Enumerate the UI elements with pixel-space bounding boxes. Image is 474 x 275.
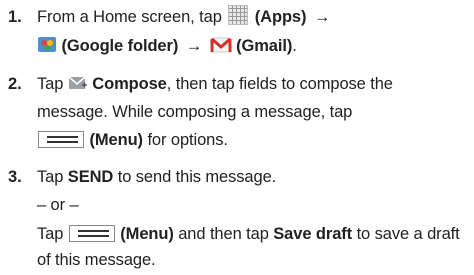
step-number: 1. — [8, 8, 22, 26]
step-2-line-3: (Menu) for options. — [37, 126, 228, 155]
text: Tap — [37, 168, 64, 186]
compose-label: Compose — [92, 75, 167, 93]
text: for options. — [147, 131, 228, 149]
text: . — [292, 37, 297, 55]
text: Tap — [37, 75, 64, 93]
gmail-label: (Gmail) — [236, 37, 293, 55]
gmail-icon — [210, 37, 232, 53]
step-2-line-1: Tap Compose, then tap fields to compose … — [37, 70, 393, 99]
step-2-line-2: message. While composing a message, tap — [37, 103, 353, 121]
text: and then tap — [178, 225, 269, 243]
step-number: 2. — [8, 75, 22, 93]
google-folder-icon — [38, 37, 56, 52]
google-folder-label: (Google folder) — [61, 37, 179, 55]
text: From a Home screen, tap — [37, 8, 222, 26]
text: to send this message. — [117, 168, 277, 186]
step-1-line-1: From a Home screen, tap (Apps) → — [37, 3, 333, 32]
apps-label: (Apps) — [254, 8, 307, 26]
menu-icon — [38, 131, 84, 148]
send-label: SEND — [67, 168, 114, 186]
text: Tap — [37, 225, 64, 243]
compose-icon — [68, 76, 87, 89]
menu-label: (Menu) — [89, 131, 143, 149]
step-1-line-2: (Google folder) → (Gmail). — [37, 32, 297, 61]
step-3-line-3: Tap (Menu) and then tap Save draft to sa… — [37, 220, 460, 249]
menu-label: (Menu) — [120, 225, 174, 243]
text: , then tap fields to compose the — [166, 75, 393, 93]
arrow-icon: → — [185, 37, 203, 55]
text: to save a draft — [356, 225, 460, 243]
step-number: 3. — [8, 168, 22, 186]
save-draft-label: Save draft — [273, 225, 353, 243]
apps-icon — [228, 5, 249, 25]
step-3-line-1: Tap SEND to send this message. — [37, 163, 276, 192]
menu-icon — [68, 225, 115, 242]
arrow-icon: → — [313, 8, 331, 26]
or-separator: – or – — [37, 196, 79, 214]
